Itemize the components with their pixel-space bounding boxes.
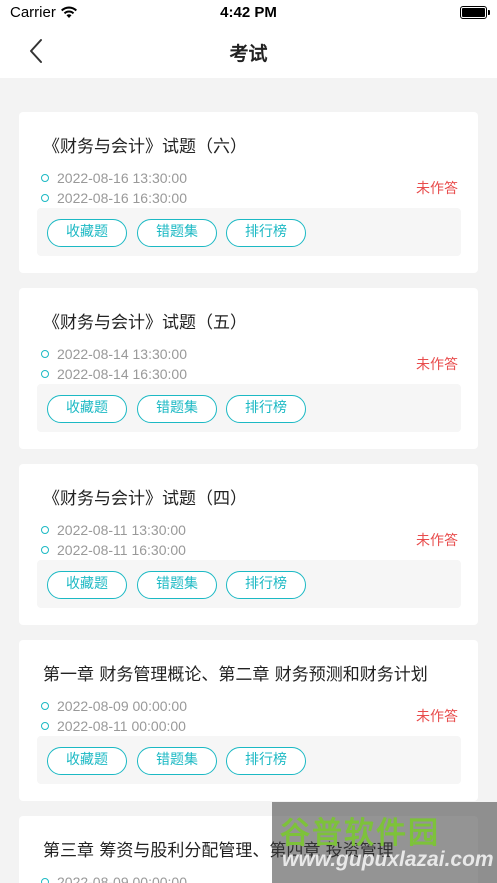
start-time-row: 2022-08-14 13:30:00: [41, 344, 187, 364]
mistakes-button[interactable]: 错题集: [137, 571, 217, 599]
exam-card[interactable]: 第一章 财务管理概论、第二章 财务预测和财务计划 2022-08-09 00:0…: [19, 640, 478, 801]
exam-title: 《财务与会计》试题（四）: [43, 489, 247, 509]
start-time: 2022-08-16 13:30:00: [57, 170, 187, 186]
exam-times: 2022-08-11 13:30:00 2022-08-11 16:30:00: [41, 520, 186, 560]
exam-times: 2022-08-09 00:00:00: [41, 872, 187, 883]
exam-card[interactable]: 《财务与会计》试题（五） 2022-08-14 13:30:00 2022-08…: [19, 288, 478, 449]
watermark-logo: 谷普软件园 www.gupuxlazai.com: [272, 802, 497, 883]
start-time-row: 2022-08-11 13:30:00: [41, 520, 186, 540]
exam-status: 未作答: [416, 181, 458, 197]
action-panel: 收藏题 错题集 排行榜: [37, 208, 461, 256]
start-time-row: 2022-08-09 00:00:00: [41, 872, 187, 883]
exam-times: 2022-08-14 13:30:00 2022-08-14 16:30:00: [41, 344, 187, 384]
watermark-url: www.gupuxlazai.com: [282, 848, 494, 871]
time-dot-icon: [41, 878, 49, 883]
time-dot-icon: [41, 722, 49, 730]
action-panel: 收藏题 错题集 排行榜: [37, 384, 461, 432]
mistakes-button[interactable]: 错题集: [137, 747, 217, 775]
start-time: 2022-08-11 13:30:00: [57, 522, 186, 538]
favorites-button[interactable]: 收藏题: [47, 395, 127, 423]
exam-card[interactable]: 《财务与会计》试题（四） 2022-08-11 13:30:00 2022-08…: [19, 464, 478, 625]
favorites-button[interactable]: 收藏题: [47, 571, 127, 599]
exam-card[interactable]: 《财务与会计》试题（六） 2022-08-16 13:30:00 2022-08…: [19, 112, 478, 273]
end-time: 2022-08-16 16:30:00: [57, 190, 187, 206]
time-dot-icon: [41, 546, 49, 554]
exam-status: 未作答: [416, 533, 458, 549]
ranking-button[interactable]: 排行榜: [226, 571, 306, 599]
exam-times: 2022-08-09 00:00:00 2022-08-11 00:00:00: [41, 696, 187, 736]
mistakes-button[interactable]: 错题集: [137, 395, 217, 423]
time-dot-icon: [41, 526, 49, 534]
exam-title: 《财务与会计》试题（六）: [43, 137, 247, 157]
time-dot-icon: [41, 350, 49, 358]
exam-status: 未作答: [416, 709, 458, 725]
exam-times: 2022-08-16 13:30:00 2022-08-16 16:30:00: [41, 168, 187, 208]
time-dot-icon: [41, 702, 49, 710]
ranking-button[interactable]: 排行榜: [226, 395, 306, 423]
start-time: 2022-08-14 13:30:00: [57, 346, 187, 362]
page-title: 考试: [229, 43, 268, 65]
status-bar: Carrier 4:42 PM: [0, 0, 497, 26]
mistakes-button[interactable]: 错题集: [137, 219, 217, 247]
end-time-row: 2022-08-11 00:00:00: [41, 716, 187, 736]
battery-icon: [460, 6, 490, 19]
end-time: 2022-08-11 00:00:00: [57, 718, 186, 734]
ranking-button[interactable]: 排行榜: [226, 747, 306, 775]
start-time: 2022-08-09 00:00:00: [57, 698, 187, 714]
start-time-row: 2022-08-16 13:30:00: [41, 168, 187, 188]
nav-bar: 考试: [0, 26, 497, 78]
favorites-button[interactable]: 收藏题: [47, 747, 127, 775]
favorites-button[interactable]: 收藏题: [47, 219, 127, 247]
time-dot-icon: [41, 174, 49, 182]
action-panel: 收藏题 错题集 排行榜: [37, 736, 461, 784]
time-dot-icon: [41, 194, 49, 202]
watermark-brand: 谷普软件园: [280, 816, 440, 851]
exam-title: 《财务与会计》试题（五）: [43, 313, 247, 333]
exam-status: 未作答: [416, 357, 458, 373]
end-time-row: 2022-08-11 16:30:00: [41, 540, 186, 560]
action-panel: 收藏题 错题集 排行榜: [37, 560, 461, 608]
end-time-row: 2022-08-16 16:30:00: [41, 188, 187, 208]
end-time-row: 2022-08-14 16:30:00: [41, 364, 187, 384]
ranking-button[interactable]: 排行榜: [226, 219, 306, 247]
time-dot-icon: [41, 370, 49, 378]
exam-title: 第一章 财务管理概论、第二章 财务预测和财务计划: [43, 665, 428, 685]
start-time-row: 2022-08-09 00:00:00: [41, 696, 187, 716]
clock: 4:42 PM: [220, 4, 277, 21]
start-time: 2022-08-09 00:00:00: [57, 874, 187, 883]
end-time: 2022-08-11 16:30:00: [57, 542, 186, 558]
end-time: 2022-08-14 16:30:00: [57, 366, 187, 382]
